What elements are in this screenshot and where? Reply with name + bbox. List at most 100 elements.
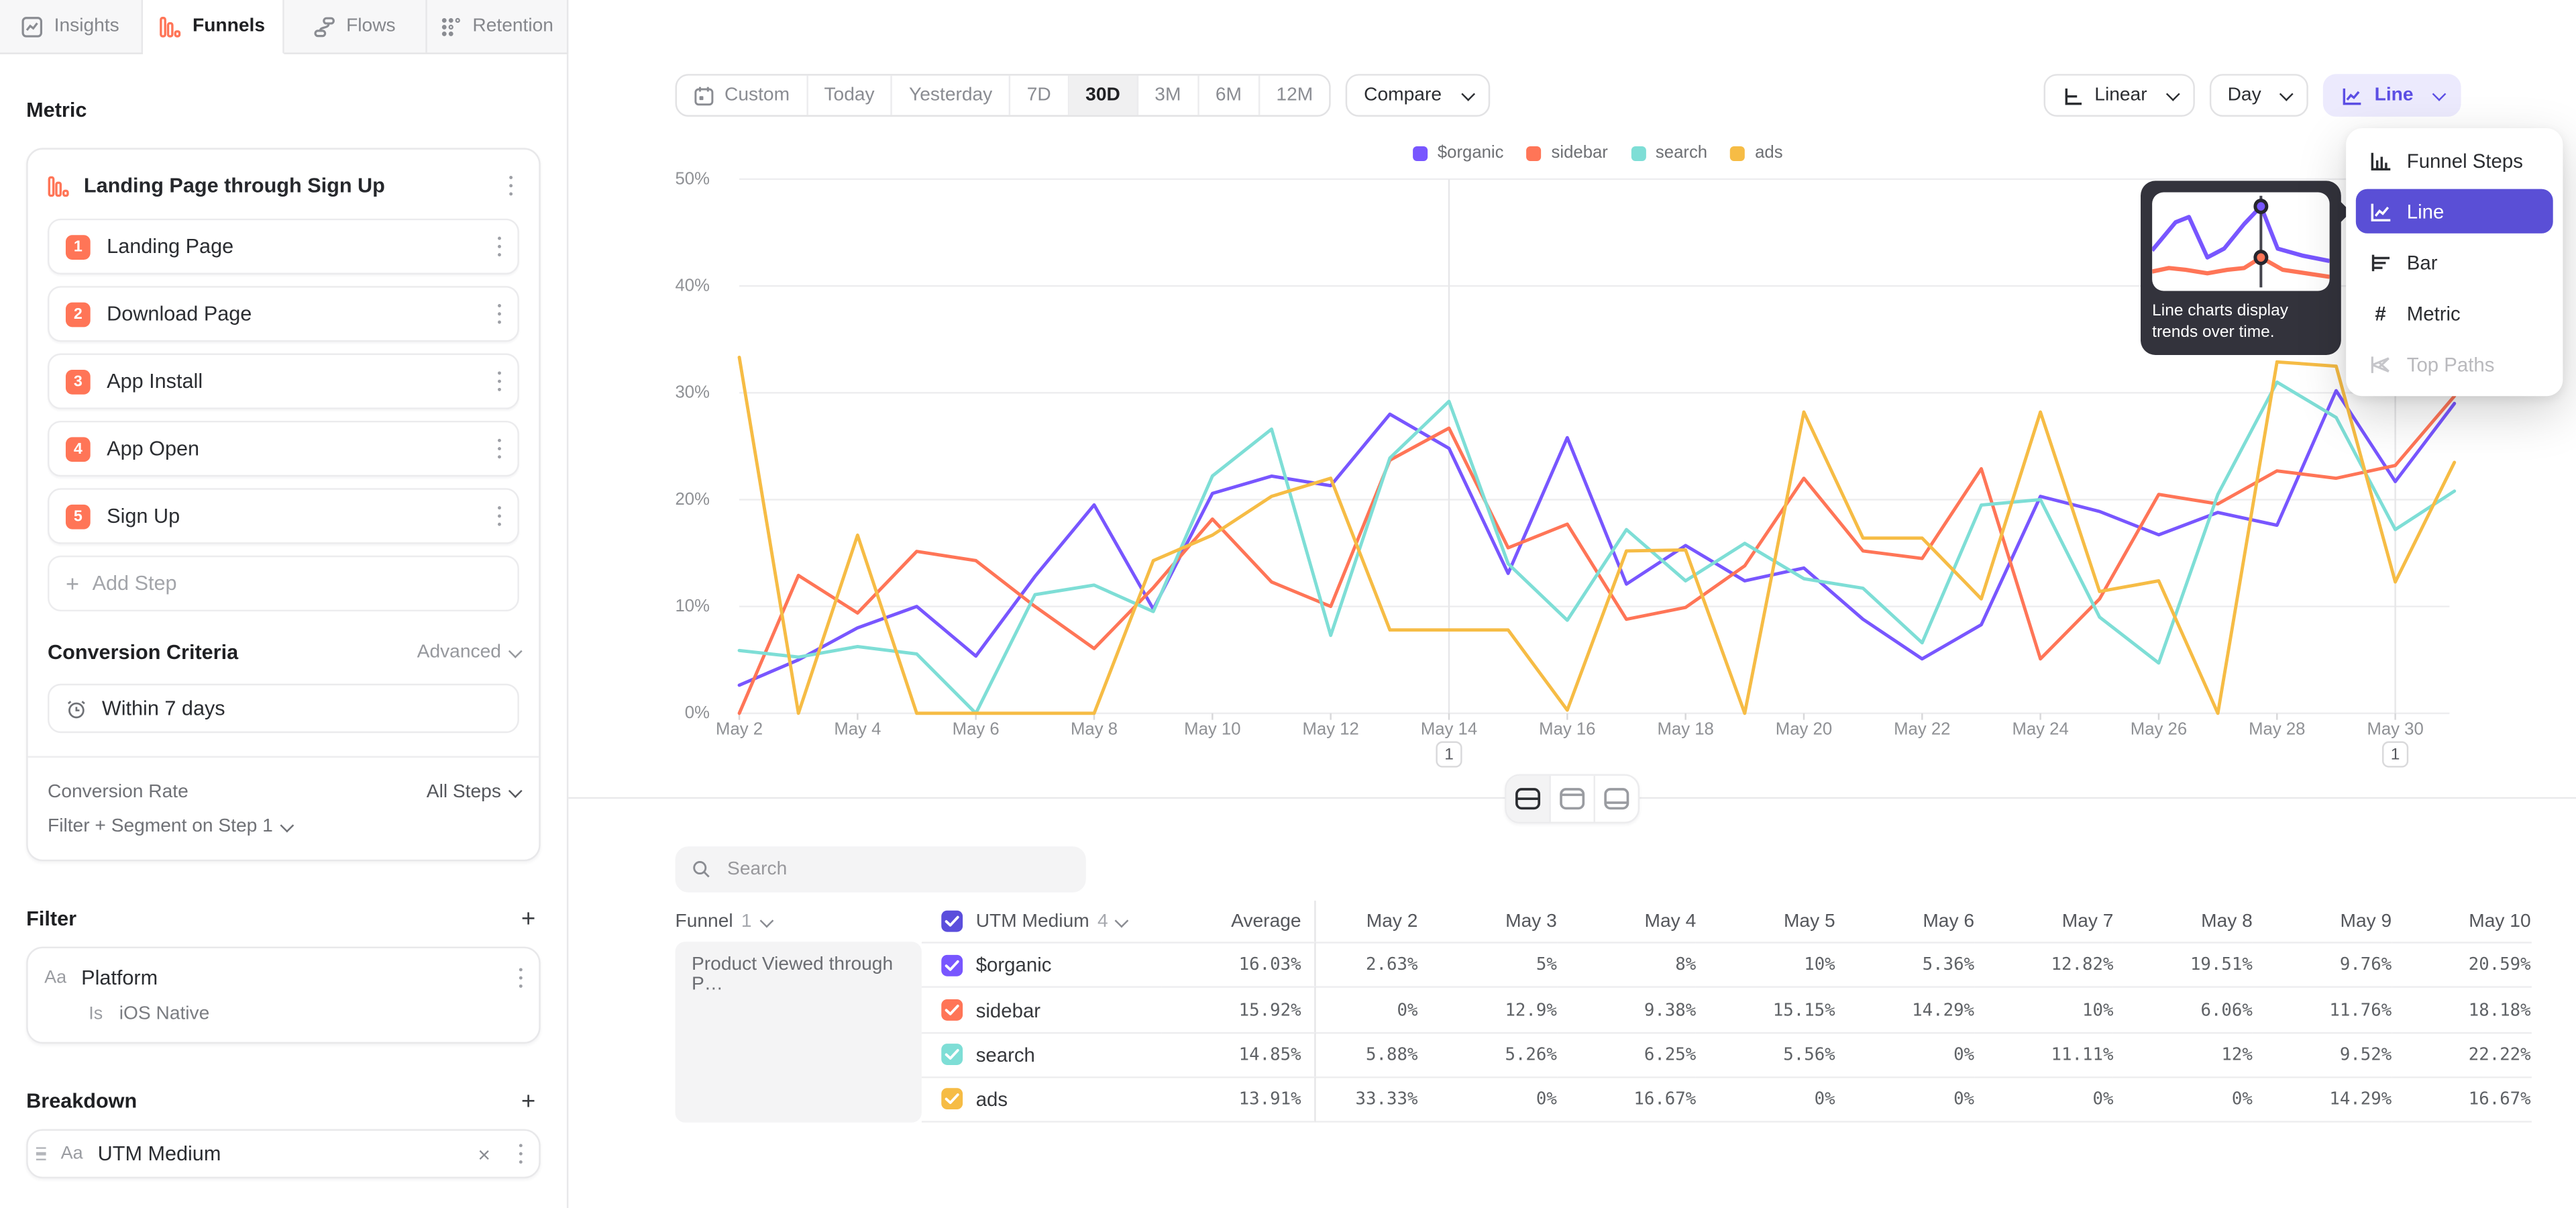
- range-30d[interactable]: 30D: [1069, 76, 1138, 115]
- conversion-window-value: Within 7 days: [102, 697, 225, 719]
- value-cell: 5.36%: [1835, 942, 1974, 987]
- x-axis-label: May 22: [1894, 720, 1950, 740]
- column-header-may-6[interactable]: May 6: [1835, 901, 1974, 942]
- kebab-menu-icon[interactable]: [512, 1137, 529, 1170]
- filter-value[interactable]: iOS Native: [119, 1004, 210, 1023]
- menu-item-metric[interactable]: #Metric: [2356, 291, 2553, 335]
- row-checkbox[interactable]: [941, 1089, 963, 1110]
- kebab-menu-icon[interactable]: [490, 230, 508, 263]
- menu-item-bar[interactable]: Bar: [2356, 240, 2553, 285]
- funnel-step[interactable]: 1Landing Page: [48, 219, 519, 274]
- advanced-dropdown[interactable]: Advanced: [417, 643, 519, 662]
- conversion-window-row[interactable]: Within 7 days: [48, 684, 519, 733]
- table-view-toggle[interactable]: [1595, 776, 1638, 822]
- drag-handle-icon[interactable]: [36, 1148, 46, 1160]
- menu-item-funnel-steps[interactable]: Funnel Steps: [2356, 138, 2553, 183]
- column-header-may-4[interactable]: May 4: [1557, 901, 1696, 942]
- value-cell: 9.76%: [2253, 942, 2392, 987]
- series-line-organic: [739, 391, 2455, 685]
- funnel-step[interactable]: 3App Install: [48, 354, 519, 409]
- range-yesterday[interactable]: Yesterday: [893, 76, 1011, 115]
- row-checkbox[interactable]: [941, 999, 963, 1021]
- search-input[interactable]: [724, 858, 1069, 880]
- remove-breakdown-icon[interactable]: ×: [472, 1142, 497, 1166]
- header-checkbox[interactable]: [941, 911, 963, 932]
- menu-item-line[interactable]: Line: [2356, 189, 2553, 234]
- funnel-step[interactable]: 2Download Page: [48, 286, 519, 342]
- tab-retention[interactable]: Retention: [427, 0, 569, 52]
- add-breakdown-button[interactable]: +: [517, 1087, 541, 1115]
- chart-type-button[interactable]: Line: [2324, 74, 2461, 117]
- filter-operator[interactable]: Is: [89, 1004, 103, 1023]
- kebab-menu-icon[interactable]: [490, 499, 508, 533]
- chart-type-label: Line: [2375, 85, 2414, 105]
- bar-chart-icon: [2369, 250, 2392, 273]
- filter-segment-dropdown[interactable]: Filter + Segment on Step 1: [48, 810, 519, 843]
- series-name: $organic: [976, 954, 1052, 976]
- table-row-name[interactable]: search: [922, 1031, 1162, 1076]
- table-header-breakdown[interactable]: UTM Medium4: [922, 901, 1162, 942]
- value-cell: 11.11%: [1974, 1031, 2113, 1076]
- range-12m[interactable]: 12M: [1260, 76, 1330, 115]
- granularity-button[interactable]: Day: [2210, 74, 2309, 117]
- average-cell: 14.85%: [1161, 1031, 1316, 1076]
- kebab-menu-icon[interactable]: [502, 169, 519, 203]
- column-header-may-7[interactable]: May 7: [1974, 901, 2113, 942]
- table-row-name[interactable]: sidebar: [922, 987, 1162, 1031]
- row-checkbox[interactable]: [941, 954, 963, 976]
- kebab-menu-icon[interactable]: [490, 364, 508, 398]
- scale-button[interactable]: Linear: [2043, 74, 2194, 117]
- kebab-menu-icon[interactable]: [490, 432, 508, 465]
- chevron-down-icon: [508, 784, 523, 798]
- funnel-step[interactable]: 5Sign Up: [48, 488, 519, 544]
- chevron-down-icon: [759, 913, 773, 927]
- column-header-average[interactable]: Average: [1161, 901, 1316, 942]
- column-header-may-5[interactable]: May 5: [1696, 901, 1835, 942]
- column-header-may-3[interactable]: May 3: [1417, 901, 1556, 942]
- x-axis-label: May 24: [2012, 720, 2068, 740]
- chevron-down-icon: [508, 644, 523, 658]
- tab-funnels[interactable]: Funnels: [142, 0, 284, 54]
- flows-icon: [313, 15, 335, 37]
- x-axis-label: May 14: [1421, 720, 1477, 740]
- add-step-label: Add Step: [93, 572, 177, 595]
- table-group-label[interactable]: Product Viewed through P…: [676, 942, 922, 1121]
- add-filter-button[interactable]: +: [517, 905, 541, 933]
- range-7d[interactable]: 7D: [1010, 76, 1069, 115]
- filter-property[interactable]: Platform: [81, 966, 497, 989]
- string-type-icon: Aa: [44, 968, 66, 987]
- split-view-toggle[interactable]: [1507, 776, 1551, 822]
- series-name: sidebar: [976, 999, 1040, 1021]
- column-header-may-8[interactable]: May 8: [2113, 901, 2252, 942]
- value-cell: 19.51%: [2113, 942, 2252, 987]
- menu-item-label: Line: [2407, 200, 2445, 223]
- y-axis-label: 40%: [631, 276, 710, 295]
- table-header-funnel[interactable]: Funnel1: [676, 901, 922, 942]
- range-custom[interactable]: Custom: [677, 76, 808, 115]
- funnel-metric-header[interactable]: Landing Page through Sign Up: [48, 166, 519, 205]
- kebab-menu-icon[interactable]: [490, 297, 508, 331]
- funnel-step[interactable]: 4App Open: [48, 421, 519, 476]
- conversion-rate-dropdown[interactable]: All Steps: [427, 783, 519, 802]
- value-cell: 0%: [2113, 1077, 2252, 1122]
- table-row-name[interactable]: $organic: [922, 942, 1162, 987]
- column-header-may-10[interactable]: May 10: [2392, 901, 2530, 942]
- row-checkbox[interactable]: [941, 1044, 963, 1066]
- column-header-may-2[interactable]: May 2: [1316, 901, 1418, 942]
- kebab-menu-icon[interactable]: [512, 961, 529, 995]
- annotation-marker[interactable]: 1: [1436, 741, 1462, 767]
- range-today[interactable]: Today: [808, 76, 893, 115]
- add-step-button[interactable]: + Add Step: [48, 556, 519, 611]
- chart-view-toggle[interactable]: [1551, 776, 1595, 822]
- tab-flows[interactable]: Flows: [284, 0, 427, 52]
- tab-insights[interactable]: Insights: [0, 0, 142, 52]
- compare-button[interactable]: Compare: [1346, 74, 1489, 117]
- breakdown-property[interactable]: UTM Medium: [98, 1142, 457, 1165]
- range-6m[interactable]: 6M: [1199, 76, 1260, 115]
- table-row-name[interactable]: ads: [922, 1077, 1162, 1122]
- annotation-marker[interactable]: 1: [2382, 741, 2408, 767]
- column-header-may-9[interactable]: May 9: [2253, 901, 2392, 942]
- breakdown-table: Funnel1UTM Medium4AverageMay 2May 3May 4…: [676, 901, 2531, 1122]
- range-3m[interactable]: 3M: [1138, 76, 1199, 115]
- search-icon: [692, 859, 711, 880]
